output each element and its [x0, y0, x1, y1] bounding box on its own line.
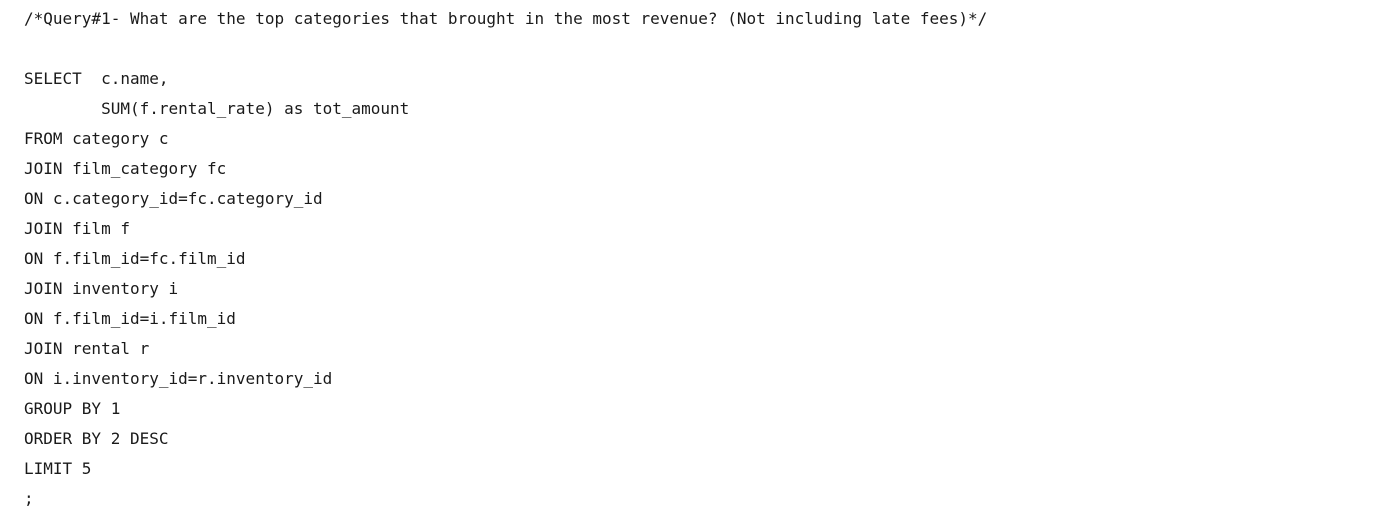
sql-code-editor[interactable]: /*Query#1- What are the top categories t… — [0, 0, 1400, 524]
code-line-on-film[interactable]: ON f.film_id=fc.film_id — [24, 246, 1400, 276]
code-line-on-category[interactable]: ON c.category_id=fc.category_id — [24, 186, 1400, 216]
code-line-on-inventory[interactable]: ON f.film_id=i.film_id — [24, 306, 1400, 336]
code-line-on-rental[interactable]: ON i.inventory_id=r.inventory_id — [24, 366, 1400, 396]
code-line-join-inventory[interactable]: JOIN inventory i — [24, 276, 1400, 306]
code-line-limit[interactable]: LIMIT 5 — [24, 456, 1400, 486]
code-blank-line[interactable] — [24, 36, 1400, 66]
code-line-sum[interactable]: SUM(f.rental_rate) as tot_amount — [24, 96, 1400, 126]
code-line-join-film-category[interactable]: JOIN film_category fc — [24, 156, 1400, 186]
code-comment-line[interactable]: /*Query#1- What are the top categories t… — [24, 6, 1400, 36]
code-line-from[interactable]: FROM category c — [24, 126, 1400, 156]
code-line-join-rental[interactable]: JOIN rental r — [24, 336, 1400, 366]
code-line-terminator[interactable]: ; — [24, 486, 1400, 516]
code-line-join-film[interactable]: JOIN film f — [24, 216, 1400, 246]
code-line-select[interactable]: SELECT c.name, — [24, 66, 1400, 96]
code-line-order-by[interactable]: ORDER BY 2 DESC — [24, 426, 1400, 456]
code-line-group-by[interactable]: GROUP BY 1 — [24, 396, 1400, 426]
